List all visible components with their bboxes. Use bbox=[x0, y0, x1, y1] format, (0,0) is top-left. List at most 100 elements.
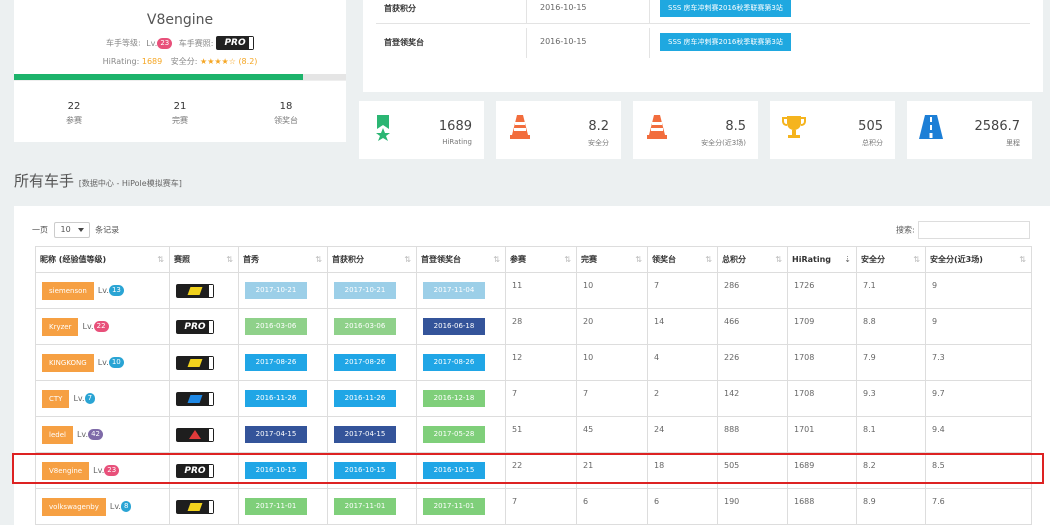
date-badge-link[interactable]: 2017-04-15 bbox=[334, 426, 396, 443]
table-row[interactable]: volkswagenby Lv. 8 2017-11-01 2017-11-01 2017… bbox=[35, 488, 1032, 525]
cell-points: 888 bbox=[717, 416, 788, 453]
column-header[interactable]: 首秀 ⇅ bbox=[238, 246, 328, 273]
cell-license bbox=[169, 416, 239, 453]
column-header[interactable]: 赛照 ⇅ bbox=[169, 246, 239, 273]
column-header-label: 赛照 bbox=[174, 255, 190, 264]
page-size-control: 一页 10 条记录 bbox=[32, 222, 119, 238]
column-header-label: 昵称 (经验值等级) bbox=[40, 255, 107, 264]
cell-safety: 8.1 bbox=[856, 416, 926, 453]
cell-nickname: siemenson Lv. 13 bbox=[35, 272, 170, 309]
driver-name: V8engine bbox=[146, 12, 214, 28]
license-badge bbox=[176, 427, 214, 442]
date-badge-link[interactable]: 2017-04-15 bbox=[245, 426, 307, 443]
cell-first-points: 2016-10-15 bbox=[327, 452, 417, 489]
table-row[interactable]: V8engine Lv. 23 PRO 2016-10-15 2016-10-15 2016… bbox=[35, 452, 1032, 489]
date-badge-link[interactable]: 2017-08-26 bbox=[423, 354, 485, 371]
column-header[interactable]: 完赛 ⇅ bbox=[576, 246, 648, 273]
date-badge-link[interactable]: 2017-05-28 bbox=[423, 426, 485, 443]
date-badge-link[interactable]: 2017-08-26 bbox=[245, 354, 307, 371]
medal-icon bbox=[376, 115, 390, 141]
column-header-label: 领奖台 bbox=[652, 255, 676, 264]
date-badge-link[interactable]: 2016-11-26 bbox=[334, 390, 396, 407]
date-badge-link[interactable]: 2016-10-15 bbox=[423, 462, 485, 479]
column-header[interactable]: 首获积分 ⇅ bbox=[327, 246, 417, 273]
date-badge-link[interactable]: 2016-10-15 bbox=[334, 462, 396, 479]
date-badge-link[interactable]: 2016-03-06 bbox=[245, 318, 307, 335]
date-badge-link[interactable]: 2017-10-21 bbox=[334, 282, 396, 299]
cell-first-podium: 2017-08-26 bbox=[416, 344, 506, 381]
license-text: PRO bbox=[184, 321, 206, 332]
cell-safety: 9.3 bbox=[856, 380, 926, 417]
date-badge-link[interactable]: 2017-11-01 bbox=[245, 498, 307, 515]
level-badge: 8 bbox=[120, 501, 132, 512]
column-header-label: 完赛 bbox=[581, 255, 597, 264]
nickname-link[interactable]: KINGKONG bbox=[42, 353, 94, 372]
nickname-link[interactable]: siemenson bbox=[42, 281, 94, 300]
cell-races: 12 bbox=[505, 344, 577, 381]
column-header[interactable]: 昵称 (经验值等级) ⇅ bbox=[35, 246, 170, 273]
date-badge-link[interactable]: 2017-11-04 bbox=[423, 282, 485, 299]
cell-points: 466 bbox=[717, 308, 788, 345]
nickname-link[interactable]: volkswagenby bbox=[42, 497, 106, 516]
date-badge-link[interactable]: 2016-03-06 bbox=[334, 318, 396, 335]
count-value: 21 bbox=[173, 101, 187, 112]
cell-first-points: 2017-10-21 bbox=[327, 272, 417, 309]
table-row[interactable]: Kryzer Lv. 22 PRO 2016-03-06 2016-03-06 2016-0… bbox=[35, 308, 1032, 345]
level-badge: 22 bbox=[93, 321, 109, 332]
cell-hirating: 1689 bbox=[787, 452, 857, 489]
column-header[interactable]: 安全分(近3场) ⇅ bbox=[925, 246, 1032, 273]
award-event-link[interactable]: SSS 房车冲刺赛2016秋季联赛第3站 bbox=[660, 0, 791, 17]
date-badge-link[interactable]: 2017-08-26 bbox=[334, 354, 396, 371]
cell-hirating: 1708 bbox=[787, 380, 857, 417]
cell-podiums: 14 bbox=[647, 308, 718, 345]
award-event-link[interactable]: SSS 房车冲刺赛2016秋季联赛第3站 bbox=[660, 33, 791, 51]
table-row[interactable]: KINGKONG Lv. 10 2017-08-26 2017-08-26 2017-08… bbox=[35, 344, 1032, 381]
cell-safety3: 8.5 bbox=[925, 452, 1032, 489]
column-header[interactable]: HiRating ⇣ bbox=[787, 246, 857, 273]
date-badge-link[interactable]: 2017-11-01 bbox=[334, 498, 396, 515]
cell-first-podium: 2017-11-04 bbox=[416, 272, 506, 309]
level-prefix: Lv. bbox=[97, 286, 109, 295]
table-row[interactable]: ledel Lv. 42 2017-04-15 2017-04-15 2017-05-28… bbox=[35, 416, 1032, 453]
search-input[interactable] bbox=[917, 221, 1030, 239]
level-prefix: Lv. bbox=[97, 358, 109, 367]
award-date: 2016-10-15 bbox=[540, 37, 587, 46]
date-badge-link[interactable]: 2016-12-18 bbox=[423, 390, 485, 407]
sort-icon: ⇅ bbox=[315, 255, 322, 264]
cell-safety: 7.9 bbox=[856, 344, 926, 381]
column-header[interactable]: 参赛 ⇅ bbox=[505, 246, 577, 273]
nickname-link[interactable]: ledel bbox=[42, 425, 73, 444]
level-badge: 13 bbox=[108, 285, 124, 296]
column-header[interactable]: 首登领奖台 ⇅ bbox=[416, 246, 506, 273]
cell-debut: 2017-10-21 bbox=[238, 272, 328, 309]
nickname-link[interactable]: Kryzer bbox=[42, 317, 79, 336]
cell-points: 226 bbox=[717, 344, 788, 381]
date-badge-link[interactable]: 2017-11-01 bbox=[423, 498, 485, 515]
table-row[interactable]: CTY Lv. 7 2016-11-26 2016-11-26 2016-12-18 7 7 2… bbox=[35, 380, 1032, 417]
page-size-select[interactable]: 10 bbox=[53, 222, 90, 238]
nickname-link[interactable]: CTY bbox=[42, 389, 70, 408]
column-header[interactable]: 领奖台 ⇅ bbox=[647, 246, 718, 273]
column-header[interactable]: 安全分 ⇅ bbox=[856, 246, 926, 273]
date-badge-link[interactable]: 2016-11-26 bbox=[245, 390, 307, 407]
level-prefix: Lv. bbox=[93, 466, 105, 475]
table-row[interactable]: siemenson Lv. 13 2017-10-21 2017-10-21 2017-1… bbox=[35, 272, 1032, 309]
traffic-cone-icon bbox=[647, 115, 667, 139]
cell-first-points: 2017-04-15 bbox=[327, 416, 417, 453]
date-badge-link[interactable]: 2016-10-15 bbox=[245, 462, 307, 479]
cell-points: 286 bbox=[717, 272, 788, 309]
driver-profile-card: V8engine 车手等级: Lv. 23 车手赛照: PRO HiRating:… bbox=[14, 0, 346, 74]
nickname-link[interactable]: V8engine bbox=[42, 461, 90, 480]
chevron-down-icon bbox=[77, 228, 84, 232]
level-prefix: Lv. bbox=[146, 38, 158, 48]
cell-points: 190 bbox=[717, 488, 788, 525]
date-badge-link[interactable]: 2016-06-18 bbox=[423, 318, 485, 335]
date-badge-link[interactable]: 2017-10-21 bbox=[245, 282, 307, 299]
column-header[interactable]: 总积分 ⇅ bbox=[717, 246, 788, 273]
sort-icon: ⇅ bbox=[157, 255, 164, 264]
count-label: 完赛 bbox=[172, 116, 188, 125]
sort-icon: ⇅ bbox=[775, 255, 782, 264]
cell-first-points: 2016-03-06 bbox=[327, 308, 417, 345]
column-header-label: 总积分 bbox=[722, 255, 746, 264]
level-badge: 42 bbox=[88, 429, 103, 440]
